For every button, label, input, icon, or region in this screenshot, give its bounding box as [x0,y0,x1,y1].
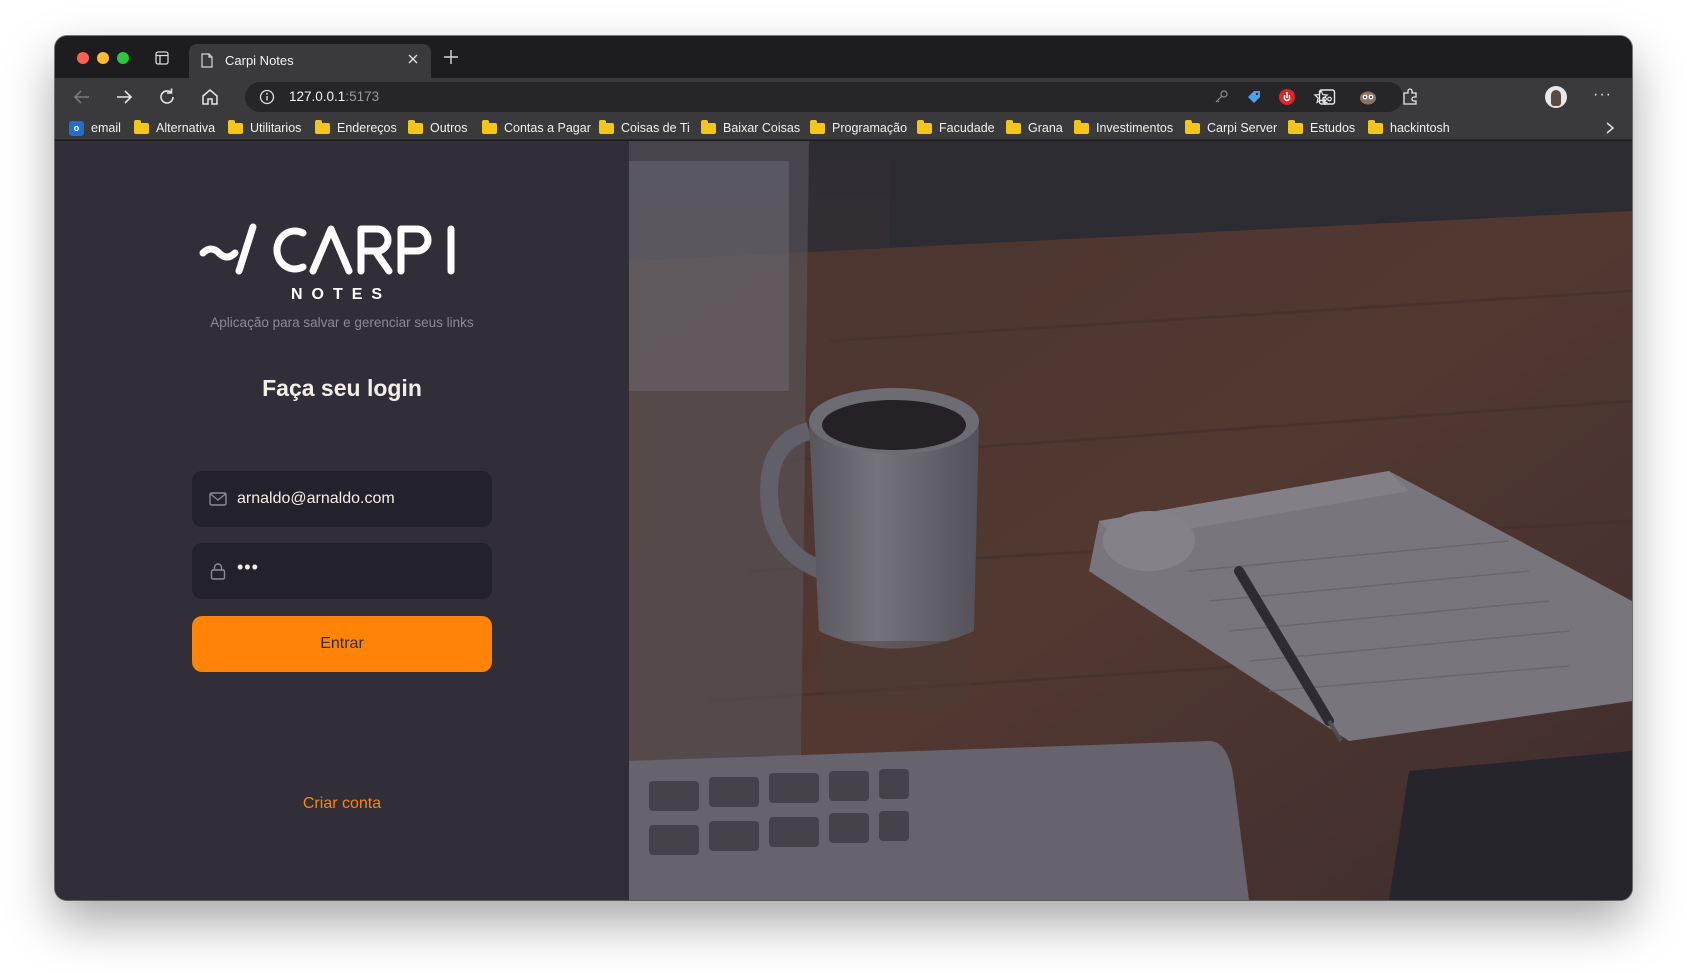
outlook-icon: o [69,120,84,136]
bookmark-folder[interactable]: Programação [810,119,908,136]
address-bar[interactable]: 127.0.0.1:5173 [245,82,1403,112]
minimize-window-button[interactable] [97,52,109,64]
bookmark-label: Contas a Pagar [504,121,591,135]
extensions-icon[interactable] [1400,87,1420,107]
extension-screen-icon[interactable] [1317,87,1337,107]
login-panel: NOTES Aplicação para salvar e gerenciar … [55,141,629,900]
bookmark-label: Facudade [939,121,995,135]
bookmark-folder[interactable]: hackintosh [1368,119,1450,136]
back-icon[interactable] [71,86,93,108]
bookmark-label: Endereços [337,121,397,135]
bookmark-label: Grana [1028,121,1063,135]
browser-window: Carpi Notes 127.0.0.1:5173 ··· o email A… [55,36,1632,900]
bookmark-folder[interactable]: Carpi Server [1185,119,1278,136]
email-value: arnaldo@arnaldo.com [237,490,395,507]
folder-icon [134,119,149,134]
bookmark-folder[interactable]: Alternativa [134,119,216,136]
url-port: :5173 [345,89,380,104]
forward-icon[interactable] [113,86,135,108]
url-host: 127.0.0.1 [289,89,346,104]
close-window-button[interactable] [77,52,89,64]
folder-icon [1074,119,1089,134]
new-tab-icon[interactable] [443,49,459,65]
background-photo [629,141,1632,900]
bookmark-folder[interactable]: Contas a Pagar [482,119,591,136]
mail-icon [209,492,227,506]
folder-icon [1368,119,1383,134]
tab-actions-icon[interactable] [155,51,169,65]
folder-icon [599,119,614,134]
bookmark-folder[interactable]: Endereços [315,119,397,136]
bookmark-label: Utilitarios [250,121,302,135]
lock-icon [210,563,226,580]
bookmark-folder[interactable]: Grana [1006,119,1063,136]
bookmarks-bar: o email Alternativa Utilitarios Endereço… [55,116,1632,140]
url-text: 127.0.0.1:5173 [289,89,379,104]
coupon-tag-icon[interactable] [1246,89,1262,105]
home-icon[interactable] [199,86,221,108]
more-menu-icon[interactable]: ··· [1593,86,1612,104]
bookmark-email[interactable]: o email [69,120,121,136]
profile-avatar[interactable] [1545,86,1567,108]
close-tab-icon[interactable] [407,53,419,65]
bookmark-label: Alternativa [156,121,216,135]
extension-red-icon[interactable] [1277,87,1297,107]
bookmark-label: email [91,121,121,135]
extension-owl-icon[interactable] [1358,87,1378,107]
browser-toolbar: 127.0.0.1:5173 ··· [55,78,1632,116]
bookmark-label: Investimentos [1096,121,1174,135]
bookmark-label: Estudos [1310,121,1356,135]
folder-icon [810,119,825,134]
folder-icon [1185,119,1200,134]
bookmark-label: Programação [832,121,908,135]
bookmark-label: hackintosh [1390,121,1450,135]
bookmark-folder[interactable]: Estudos [1288,119,1356,136]
tab-strip: Carpi Notes [55,36,1632,78]
bookmark-label: Coisas de Ti [621,121,690,135]
folder-icon [482,119,497,134]
create-account-link[interactable]: Criar conta [55,795,629,813]
bookmark-folder[interactable]: Baixar Coisas [701,119,801,136]
logo-notes-text: NOTES [291,286,391,303]
app-subtitle: Aplicação para salvar e gerenciar seus l… [210,315,474,330]
maximize-window-button[interactable] [117,52,129,64]
page-content: NOTES Aplicação para salvar e gerenciar … [55,141,1632,900]
folder-icon [408,119,423,134]
reload-icon[interactable] [156,86,178,108]
login-button[interactable]: Entrar [192,616,492,672]
password-field[interactable]: ••• [192,543,492,599]
bookmark-folder[interactable]: Coisas de Ti [599,119,690,136]
bookmark-label: Carpi Server [1207,121,1278,135]
bookmark-label: Baixar Coisas [723,121,801,135]
key-icon[interactable] [1213,89,1229,105]
carpi-notes-logo: NOTES [199,223,455,303]
chevron-right-icon[interactable] [1604,121,1616,135]
folder-icon [228,119,243,134]
info-icon[interactable] [259,89,275,105]
bookmark-folder[interactable]: Utilitarios [228,119,302,136]
page-icon [201,53,213,68]
bookmark-label: Outros [430,121,468,135]
folder-icon [315,119,330,134]
folder-icon [917,119,932,134]
tab-title: Carpi Notes [225,53,294,68]
email-field[interactable]: arnaldo@arnaldo.com [192,471,492,527]
folder-icon [701,119,716,134]
tab-active[interactable]: Carpi Notes [189,44,431,78]
bookmark-folder[interactable]: Investimentos [1074,119,1174,136]
bookmark-folder[interactable]: Outros [408,119,468,136]
folder-icon [1288,119,1303,134]
page-title: Faça seu login [262,375,422,401]
bookmark-folder[interactable]: Facudade [917,119,995,136]
password-value: ••• [237,557,259,577]
coffee-desk-illustration [629,141,1632,900]
folder-icon [1006,119,1021,134]
